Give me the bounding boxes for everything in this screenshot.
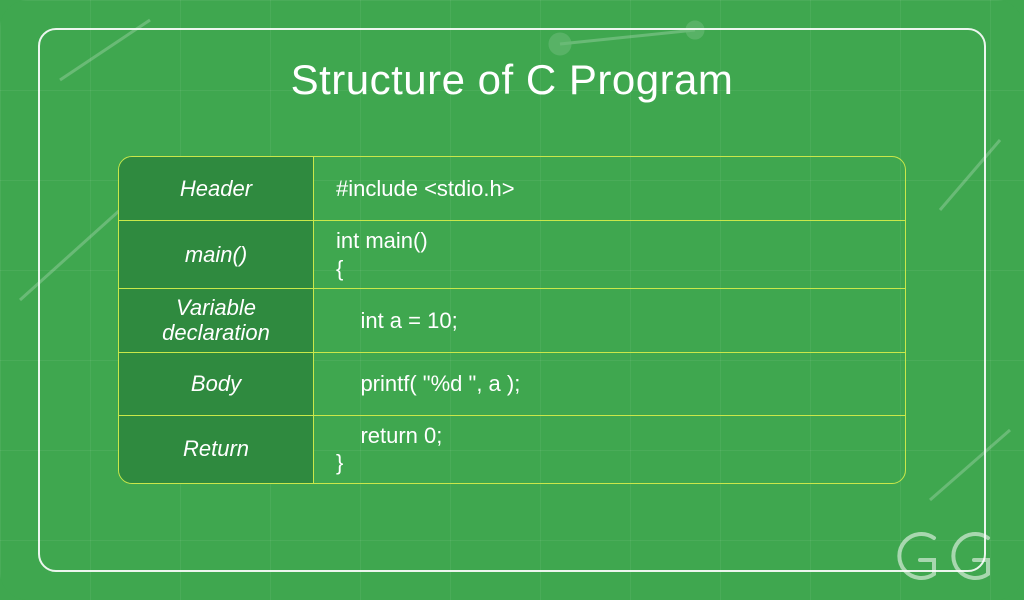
row-label-variable-declaration: Variable declaration [119, 289, 314, 352]
code-line: { [336, 255, 887, 283]
code-line: return 0; [336, 422, 887, 450]
brand-logo [886, 524, 1006, 590]
row-code-variable-declaration: int a = 10; [314, 289, 905, 352]
code-line: } [336, 449, 887, 477]
table-row: main() int main() { [119, 220, 905, 288]
structure-table: Header #include <stdio.h> main() int mai… [118, 156, 906, 484]
table-row: Return return 0; } [119, 415, 905, 483]
row-code-body: printf( "%d ", a ); [314, 353, 905, 415]
row-code-return: return 0; } [314, 416, 905, 483]
table-row: Variable declaration int a = 10; [119, 288, 905, 352]
code-line: int a = 10; [336, 307, 887, 335]
code-line: printf( "%d ", a ); [336, 370, 887, 398]
gg-logo-icon [886, 524, 1006, 590]
row-code-main: int main() { [314, 221, 905, 288]
code-line: #include <stdio.h> [336, 175, 887, 203]
row-label-body: Body [119, 353, 314, 415]
diagram-card: Structure of C Program Header #include <… [0, 0, 1024, 600]
row-label-main: main() [119, 221, 314, 288]
table-row: Header #include <stdio.h> [119, 157, 905, 220]
row-code-header: #include <stdio.h> [314, 157, 905, 220]
row-label-return: Return [119, 416, 314, 483]
table-row: Body printf( "%d ", a ); [119, 352, 905, 415]
row-label-header: Header [119, 157, 314, 220]
code-line: int main() [336, 227, 887, 255]
